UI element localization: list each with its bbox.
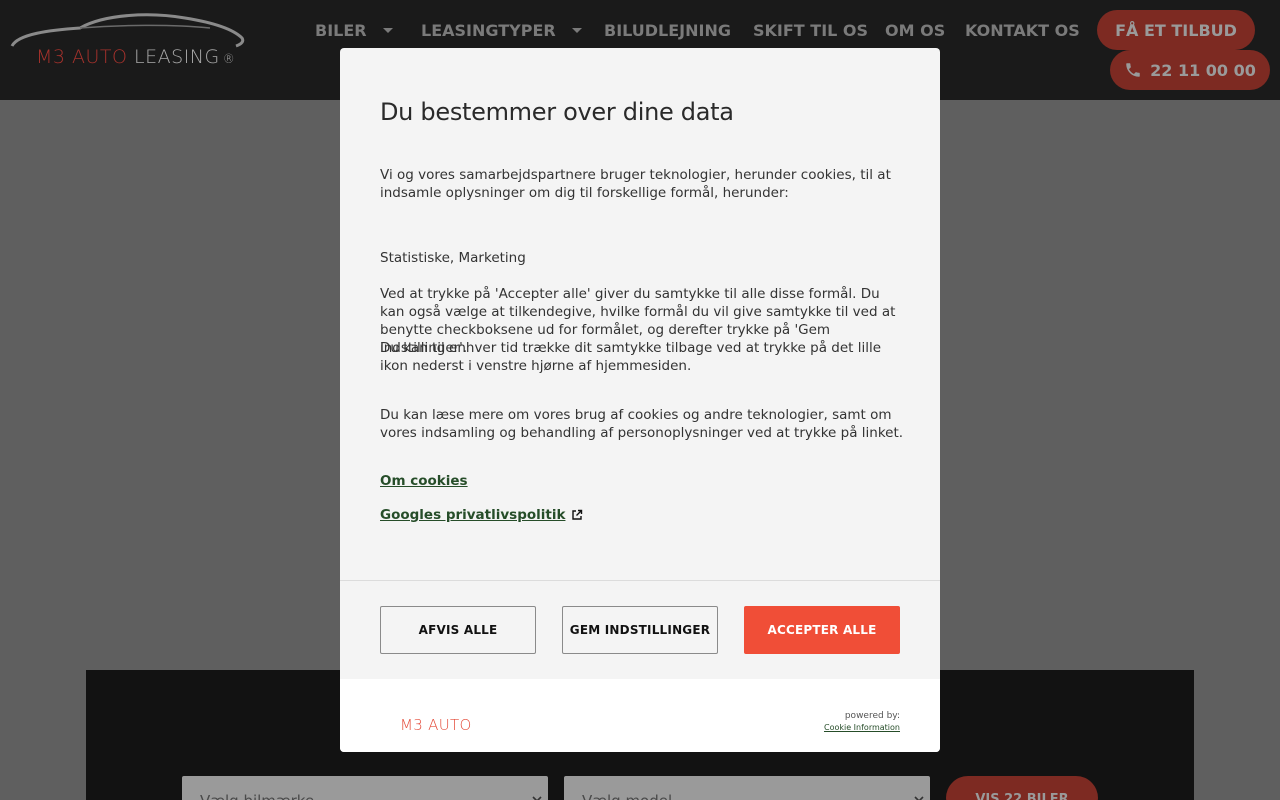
chevron-down-icon <box>571 28 582 33</box>
nav-item-leasingtyper[interactable]: LEASINGTYPER <box>421 18 584 42</box>
brand-select-value: Vælg bilmærke <box>200 792 314 800</box>
consent-intro: Vi og vores samarbejdspartnere bruger te… <box>380 167 891 201</box>
footer-brand-logo: M3 AUTO <box>400 716 472 734</box>
chevron-down-icon <box>914 796 924 800</box>
powered-by: powered by: Cookie Information <box>824 711 900 732</box>
nav-item-biler[interactable]: BILER <box>315 18 395 42</box>
consent-divider <box>340 580 940 581</box>
consent-body-withdraw: Du kan til enhver tid trække dit samtykk… <box>380 340 882 374</box>
consent-footer: M3 AUTO powered by: Cookie Information <box>340 679 940 752</box>
powered-by-label: powered by: <box>844 711 900 721</box>
nav-item-kontakt-os[interactable]: KONTAKT OS <box>965 18 1080 42</box>
chevron-down-icon <box>532 796 542 800</box>
nav-item-label: LEASINGTYPER <box>421 20 556 40</box>
consent-title: Du bestemmer over dine data <box>380 98 734 126</box>
nav-item-label: BILER <box>315 20 367 40</box>
cookie-consent-dialog: Du bestemmer over dine data Vi og vores … <box>340 48 940 752</box>
nav-item-label: SKIFT TIL OS <box>753 20 869 40</box>
external-link-icon <box>572 509 583 520</box>
logo-text-leasing: LEASING <box>134 46 220 68</box>
get-quote-button[interactable]: FÅ ET TILBUD <box>1097 10 1255 50</box>
google-privacy-link[interactable]: Googles privatlivspolitik <box>380 507 583 523</box>
nav-item-label: OM OS <box>885 20 946 40</box>
save-settings-button[interactable]: GEM INDSTILLINGER <box>562 606 718 654</box>
chevron-down-icon <box>382 28 393 33</box>
nav-item-label: KONTAKT OS <box>965 20 1080 40</box>
phone-button[interactable]: 22 11 00 00 <box>1110 50 1270 90</box>
logo-text-m3-auto: M3 AUTO <box>36 46 128 68</box>
phone-number: 22 11 00 00 <box>1150 60 1256 80</box>
about-cookies-link-label: Om cookies <box>380 473 468 489</box>
nav-item-om-os[interactable]: OM OS <box>885 18 945 42</box>
cookie-information-link[interactable]: Cookie Information <box>824 723 900 732</box>
phone-icon <box>1126 63 1140 77</box>
nav-item-skift-til-os[interactable]: SKIFT TIL OS <box>753 18 868 42</box>
model-select-value: Vælg model <box>582 792 672 800</box>
consent-body-readmore: Du kan læse mere om vores brug af cookie… <box>380 407 904 441</box>
logo-registered-mark: ® <box>222 52 236 66</box>
google-privacy-link-label: Googles privatlivspolitik <box>380 507 566 523</box>
car-silhouette-icon <box>10 13 245 48</box>
brand-select[interactable]: Vælg bilmærke <box>182 776 548 800</box>
reject-all-button[interactable]: AFVIS ALLE <box>380 606 536 654</box>
model-select[interactable]: Vælg model <box>564 776 930 800</box>
about-cookies-link[interactable]: Om cookies <box>380 473 468 489</box>
site-logo[interactable]: M3 AUTO LEASING ® <box>10 10 250 70</box>
nav-item-label: BILUDLEJNING <box>604 20 731 40</box>
show-cars-button[interactable]: VIS 22 BILER <box>946 776 1098 800</box>
consent-purposes: Statistiske, Marketing <box>380 250 526 266</box>
accept-all-button[interactable]: ACCEPTER ALLE <box>744 606 900 654</box>
nav-item-biludlejning[interactable]: BILUDLEJNING <box>604 18 731 42</box>
logo-wordmark: M3 AUTO LEASING ® <box>36 46 235 68</box>
